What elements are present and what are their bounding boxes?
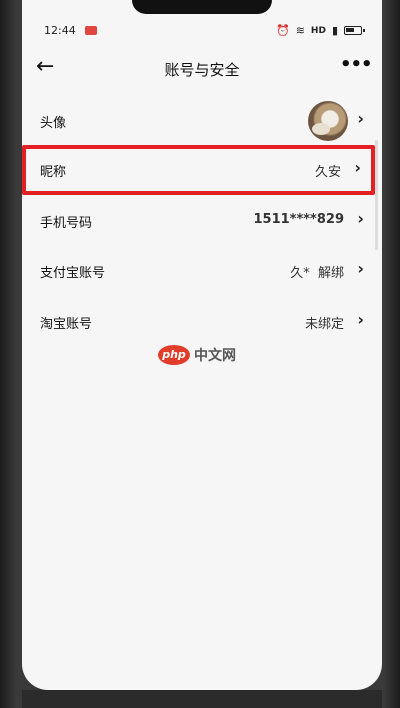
wifi-icon: ≋ [295, 24, 305, 37]
chevron-right-icon: › [357, 310, 364, 329]
more-button[interactable]: ••• [340, 54, 373, 80]
page-title: 账号与安全 [164, 61, 240, 79]
chevron-right-icon: › [354, 158, 361, 177]
phone-screen: 12:44 ⏰ ≋ HD ▮ ← 账号与安全 ••• 头像 › 昵称 久安 › … [22, 0, 382, 690]
notification-app-icon [85, 26, 97, 35]
watermark-text: 中文网 [194, 348, 236, 364]
row-value: 久安 [314, 165, 341, 180]
row-label: 手机号码 [40, 216, 93, 231]
chevron-right-icon: › [357, 209, 364, 228]
battery-icon [344, 26, 365, 35]
more-dots-icon: ••• [340, 54, 373, 75]
chevron-right-icon: › [357, 109, 364, 128]
status-icons: ⏰ ≋ HD ▮ [276, 24, 365, 37]
row-nickname[interactable]: 昵称 久安 › [22, 145, 375, 195]
chevron-right-icon: › [357, 259, 364, 278]
row-label: 淘宝账号 [40, 317, 93, 332]
camera-notch [132, 0, 272, 14]
row-avatar[interactable]: 头像 › [22, 96, 378, 146]
row-label: 昵称 [40, 165, 67, 180]
row-label: 支付宝账号 [40, 266, 106, 281]
row-phone-number[interactable]: 手机号码 1511****829 › [22, 196, 378, 246]
status-time: 12:44 [44, 24, 76, 37]
row-alipay-account[interactable]: 支付宝账号 久* 解绑 › [22, 246, 378, 296]
row-taobao-account[interactable]: 淘宝账号 未绑定 › [22, 297, 378, 347]
row-value: 久* 解绑 [290, 266, 344, 281]
phone-bottom-frame [22, 690, 382, 708]
alarm-icon: ⏰ [276, 24, 290, 37]
scrollbar [375, 140, 378, 250]
signal-icon: ▮ [331, 24, 338, 37]
network-type-label: HD [310, 25, 326, 36]
row-value: 1511****829 [253, 212, 344, 227]
avatar [308, 101, 348, 141]
navigation-bar: ← 账号与安全 ••• [22, 52, 382, 84]
status-bar: 12:44 ⏰ ≋ HD ▮ [22, 22, 382, 42]
row-label: 头像 [40, 116, 67, 131]
watermark: php 中文网 [158, 345, 236, 365]
row-value: 未绑定 [304, 317, 344, 332]
watermark-logo: php [158, 345, 190, 365]
